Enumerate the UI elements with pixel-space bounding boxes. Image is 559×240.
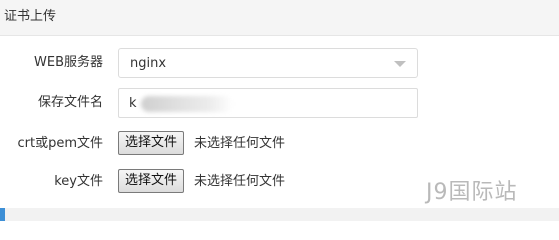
web-server-row: WEB服务器 nginx [0,48,559,78]
crt-file-label: crt或pem文件 [17,136,103,151]
crt-choose-file-button[interactable]: 选择文件 [118,131,185,155]
web-server-select[interactable]: nginx [118,48,418,78]
filename-row: 保存文件名 k [0,88,559,118]
filename-label: 保存文件名 [37,95,103,110]
key-choose-file-button[interactable]: 选择文件 [118,169,185,193]
filename-input[interactable]: k [118,88,418,118]
key-file-status: 未选择任何文件 [194,174,286,189]
filename-input-value: k [129,96,137,111]
chevron-down-icon [394,61,406,67]
web-server-label: WEB服务器 [34,55,103,70]
key-file-label: key文件 [54,174,103,189]
crt-file-row: crt或pem文件 选择文件 未选择任何文件 [0,129,559,159]
panel-header: 证书上传 [0,0,559,36]
crt-file-status: 未选择任何文件 [194,136,286,151]
redaction-blur [141,96,233,112]
watermark: J9国际站 [426,180,518,205]
web-server-selected-value: nginx [130,56,167,71]
panel-title: 证书上传 [4,9,57,24]
bottom-accent [0,208,5,221]
bottom-bar [0,208,559,221]
